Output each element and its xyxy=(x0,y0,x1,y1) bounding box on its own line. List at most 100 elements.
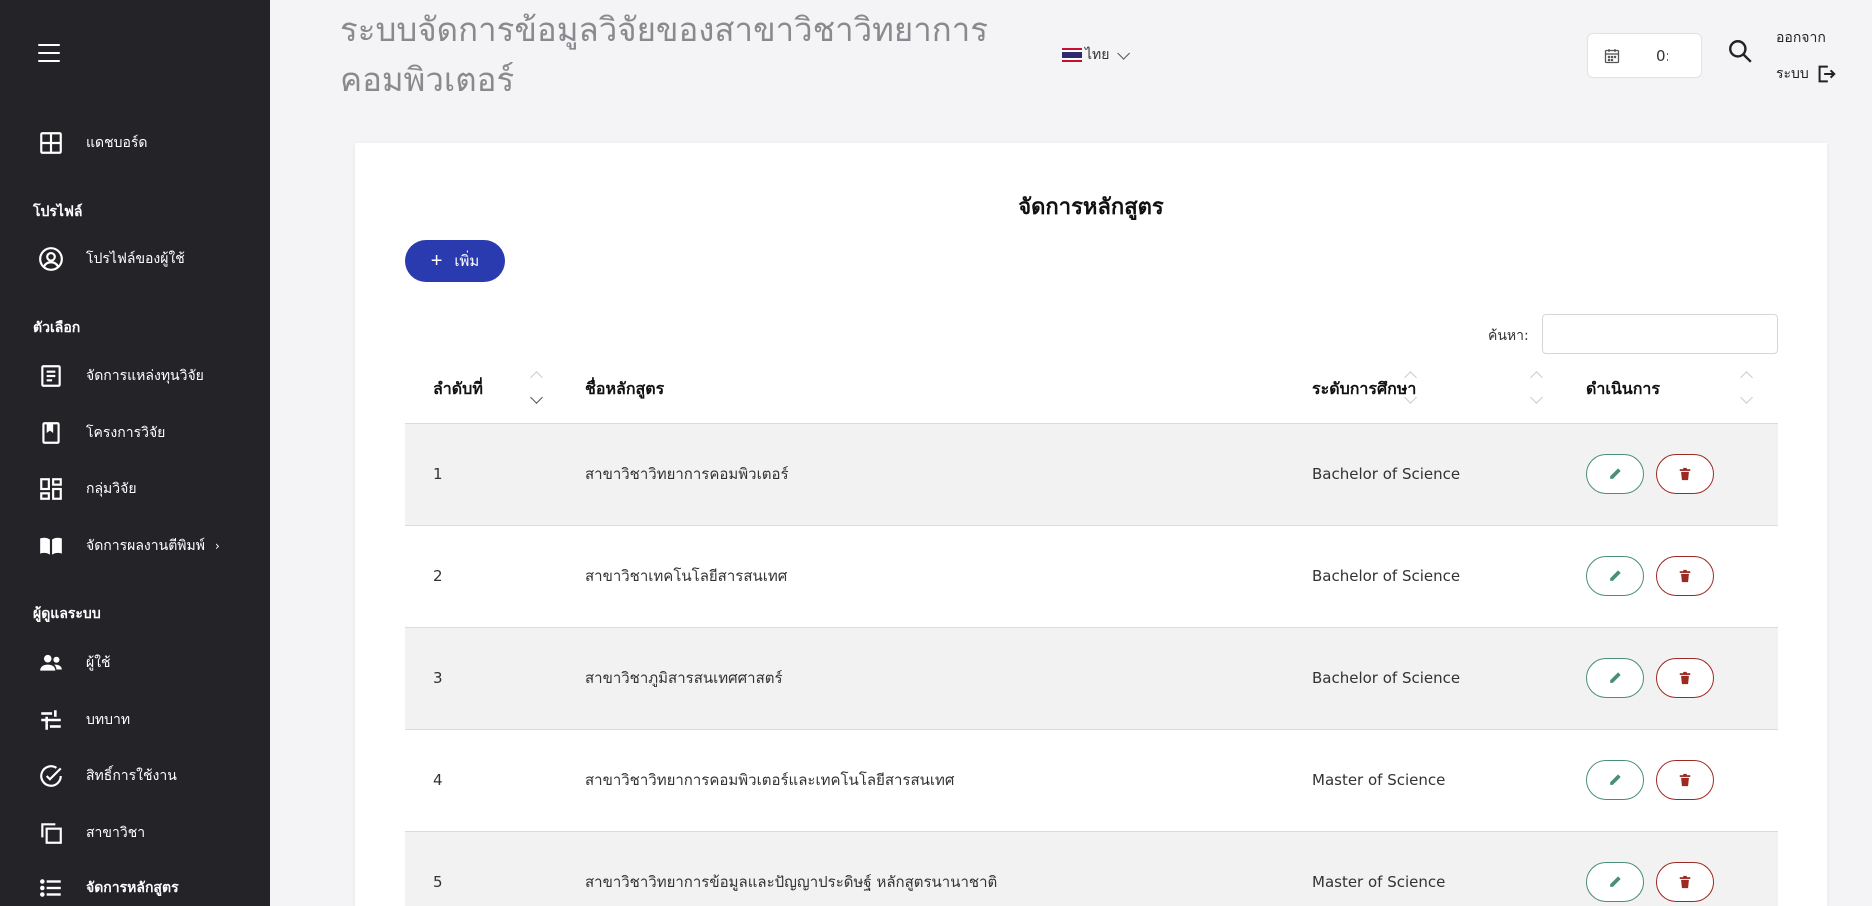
cell-name: สาขาวิชาวิทยาการคอมพิวเตอร์ xyxy=(557,423,1284,526)
column-header-level[interactable]: ระดับการศึกษา xyxy=(1284,357,1558,424)
calendar-icon xyxy=(1604,48,1620,63)
sidebar-item-label: จัดการแหล่งทุนวิจัย xyxy=(86,368,204,384)
pencil-icon xyxy=(1608,875,1622,889)
sidebar-item-research-projects[interactable]: โครงการวิจัย xyxy=(38,415,165,451)
cell-no: 2 xyxy=(405,525,557,628)
table-row: 2 สาขาวิชาเทคโนโลยีสารสนเทศ Bachelor of Sc… xyxy=(405,525,1778,628)
cell-actions xyxy=(1558,627,1778,730)
column-header-actions[interactable]: ดำเนินการ xyxy=(1558,357,1778,424)
search-icon[interactable] xyxy=(1727,38,1753,64)
sidebar-item-dashboard[interactable]: แดชบอร์ด xyxy=(38,125,148,161)
page-title: จัดการหลักสูตร xyxy=(1018,195,1164,220)
sidebar-item-label: แดชบอร์ด xyxy=(86,135,148,151)
cell-name: สาขาวิชาภูมิสารสนเทศศาสตร์ xyxy=(557,627,1284,730)
logout-icon xyxy=(1818,65,1836,83)
chevron-right-icon: › xyxy=(214,539,220,553)
language-selector[interactable]: ไทย xyxy=(1062,44,1131,66)
cell-level: Master of Science xyxy=(1284,729,1558,832)
delete-button[interactable] xyxy=(1656,760,1714,800)
logout-label-line2: ระบบ xyxy=(1776,66,1809,82)
sidebar-item-label: โปรไฟล์ของผู้ใช้ xyxy=(86,251,185,267)
edit-button[interactable] xyxy=(1586,760,1644,800)
sort-icon xyxy=(1530,367,1544,411)
cell-level: Bachelor of Science xyxy=(1284,423,1558,526)
user-circle-icon xyxy=(38,246,64,272)
sort-icon xyxy=(530,367,544,411)
sidebar-item-funding[interactable]: จัดการแหล่งทุนวิจัย xyxy=(38,358,204,394)
cell-name: สาขาวิชาเทคโนโลยีสารสนเทศ xyxy=(557,525,1284,628)
sidebar-item-label: สาขาวิชา xyxy=(86,825,146,841)
list-icon xyxy=(38,875,64,901)
date-picker[interactable]: 0: xyxy=(1587,33,1702,78)
sidebar-item-permissions[interactable]: สิทธิ์การใช้งาน xyxy=(38,758,177,794)
pencil-icon xyxy=(1608,569,1622,583)
thai-flag-icon xyxy=(1062,48,1082,62)
cell-actions xyxy=(1558,525,1778,628)
trash-icon xyxy=(1678,773,1692,787)
sidebar-item-user-profile[interactable]: โปรไฟล์ของผู้ใช้ xyxy=(38,241,185,277)
cell-level: Master of Science xyxy=(1284,831,1558,906)
edit-button[interactable] xyxy=(1586,862,1644,902)
sidebar-section-profile: โปรไฟล์ xyxy=(33,204,83,220)
trash-icon xyxy=(1678,467,1692,481)
sidebar: แดชบอร์ด โปรไฟล์ โปรไฟล์ของผู้ใช้ ตัวเลื… xyxy=(0,0,270,906)
delete-button[interactable] xyxy=(1656,454,1714,494)
sidebar-item-label: บทบาท xyxy=(86,712,131,728)
delete-button[interactable] xyxy=(1656,862,1714,902)
trash-icon xyxy=(1678,875,1692,889)
table-row: 5 สาขาวิชาวิทยาการข้อมูลและปัญญาประดิษฐ์ … xyxy=(405,831,1778,906)
sidebar-item-label: ผู้ใช้ xyxy=(86,655,111,671)
cell-no: 5 xyxy=(405,831,557,906)
search-input[interactable] xyxy=(1542,314,1778,354)
layout-icon xyxy=(38,476,64,502)
sidebar-item-departments[interactable]: สาขาวิชา xyxy=(38,815,145,851)
sidebar-item-users[interactable]: ผู้ใช้ xyxy=(38,645,111,681)
copy-icon xyxy=(38,820,64,846)
add-button[interactable]: + เพิ่ม xyxy=(405,240,505,282)
edit-button[interactable] xyxy=(1586,556,1644,596)
cell-level: Bachelor of Science xyxy=(1284,627,1558,730)
app-title: ระบบจัดการข้อมูลวิจัยของสาขาวิชาวิทยาการ… xyxy=(340,10,988,99)
curriculum-table: ลำดับที่ ชื่อหลักสูตร ระดับการศึกษา ดำเน… xyxy=(405,357,1778,906)
pencil-icon xyxy=(1608,773,1622,787)
menu-toggle-icon[interactable] xyxy=(38,44,60,62)
roles-icon xyxy=(38,707,64,733)
column-header-no[interactable]: ลำดับที่ xyxy=(405,357,557,424)
cell-actions xyxy=(1558,831,1778,906)
sidebar-section-options: ตัวเลือก xyxy=(33,320,81,336)
cell-name: สาขาวิชาวิทยาการคอมพิวเตอร์และเทคโนโลยีส… xyxy=(557,729,1284,832)
edit-button[interactable] xyxy=(1586,658,1644,698)
language-label: ไทย xyxy=(1085,47,1110,63)
table-row: 4 สาขาวิชาวิทยาการคอมพิวเตอร์และเทคโนโลยี… xyxy=(405,729,1778,832)
dashboard-icon xyxy=(38,130,64,156)
sidebar-item-label: กลุ่มวิจัย xyxy=(86,481,137,497)
document-icon xyxy=(38,363,64,389)
logout-label-line1: ออกจาก xyxy=(1776,30,1826,46)
add-button-label: เพิ่ม xyxy=(454,253,480,270)
sidebar-item-label: จัดการผลงานตีพิมพ์ xyxy=(86,538,205,554)
sidebar-item-label: สิทธิ์การใช้งาน xyxy=(86,768,177,784)
sidebar-item-label: โครงการวิจัย xyxy=(86,425,166,441)
delete-button[interactable] xyxy=(1656,658,1714,698)
check-circle-icon xyxy=(38,763,64,789)
cell-actions xyxy=(1558,423,1778,526)
edit-button[interactable] xyxy=(1586,454,1644,494)
sidebar-item-roles[interactable]: บทบาท xyxy=(38,702,130,738)
book-open-icon xyxy=(38,533,64,559)
sidebar-item-publications[interactable]: จัดการผลงานตีพิมพ์ › xyxy=(38,528,220,564)
bookmark-icon xyxy=(38,420,64,446)
cell-no: 4 xyxy=(405,729,557,832)
cell-no: 3 xyxy=(405,627,557,730)
cell-no: 1 xyxy=(405,423,557,526)
sidebar-item-label: จัดการหลักสูตร xyxy=(86,880,179,896)
sidebar-item-research-groups[interactable]: กลุ่มวิจัย xyxy=(38,471,137,507)
delete-button[interactable] xyxy=(1656,556,1714,596)
table-row: 3 สาขาวิชาภูมิสารสนเทศศาสตร์ Bachelor of S… xyxy=(405,627,1778,730)
column-header-name[interactable]: ชื่อหลักสูตร xyxy=(557,357,1417,424)
table-row: 1 สาขาวิชาวิทยาการคอมพิวเตอร์ Bachelor of … xyxy=(405,423,1778,526)
logout-button[interactable]: ออกจาก ระบบ xyxy=(1776,20,1837,92)
sidebar-item-curriculum[interactable]: จัดการหลักสูตร xyxy=(38,870,179,906)
cell-level: Bachelor of Science xyxy=(1284,525,1558,628)
date-value: 0: xyxy=(1656,46,1668,65)
pencil-icon xyxy=(1608,467,1622,481)
